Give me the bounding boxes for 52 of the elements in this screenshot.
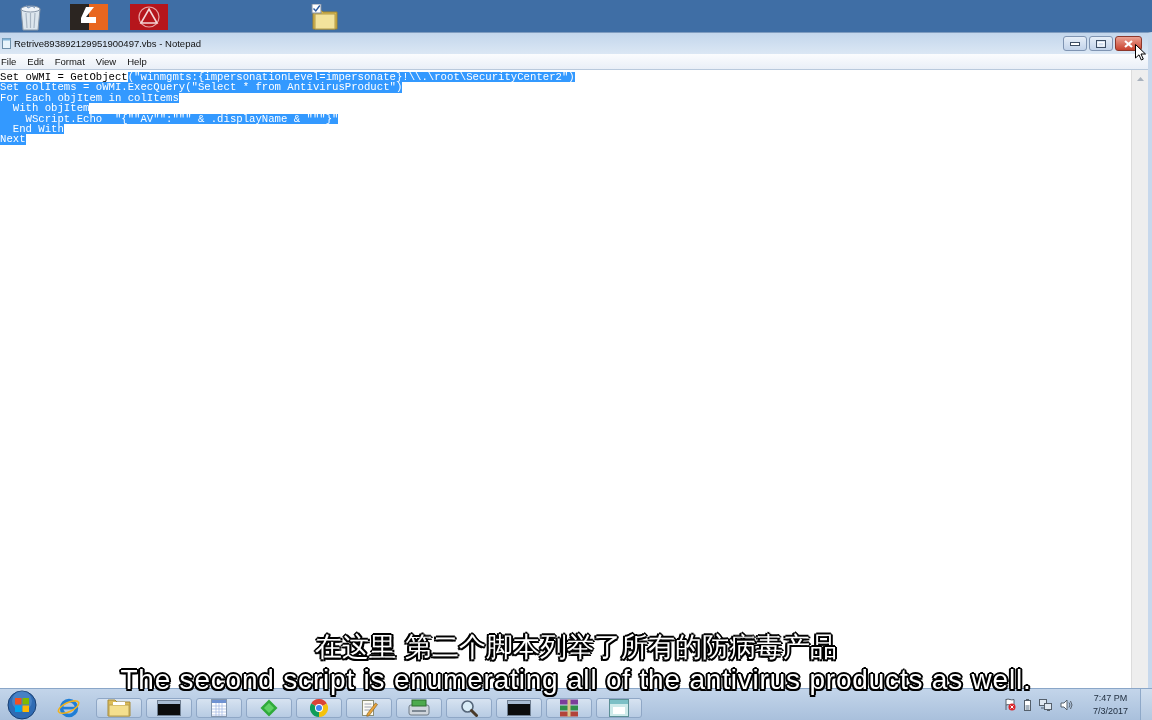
- taskbar-button[interactable]: [446, 698, 492, 718]
- clock-date[interactable]: 7/3/2017: [1092, 704, 1128, 718]
- restore-icon: [1096, 39, 1106, 48]
- selected-code-text: Set colItems = oWMI.ExecQuery("Select * from AntivirusProduct"): [0, 82, 403, 93]
- app-logo-icon: [70, 4, 108, 30]
- close-icon: [1124, 39, 1133, 48]
- folder-icon: [107, 699, 131, 717]
- browser-icon: [57, 696, 81, 720]
- taskbar-button[interactable]: [496, 698, 542, 718]
- notepad-icon: [211, 699, 227, 717]
- menu-item[interactable]: Edit: [26, 56, 45, 67]
- app-window-icon: [609, 699, 629, 717]
- vertical-scrollbar[interactable]: [1131, 70, 1148, 688]
- scroll-up-arrow-icon: [1136, 77, 1144, 81]
- menu-item[interactable]: Help: [126, 56, 148, 67]
- minimize-button[interactable]: [1063, 36, 1087, 51]
- selected-code-text: ("winmgmts:{impersonationLevel=impersonate}!\\.\root\SecurityCenter2"): [127, 72, 575, 83]
- menu-item[interactable]: View: [94, 56, 118, 67]
- folder-icon: [311, 4, 339, 30]
- selected-code-text: With objItem: [0, 103, 90, 114]
- selected-code-text: Next: [0, 134, 26, 145]
- document-pen-icon: [360, 699, 378, 717]
- mouse-pointer-icon: [1135, 44, 1146, 61]
- selected-code-text: WScript.Echo "{""AV"":""" & .displayName & """}": [0, 113, 339, 124]
- selected-code-text: For Each objItem in colItems: [0, 92, 179, 104]
- english-subtitle: The second script is enumerating all of the antivirus products as well.: [118, 663, 1033, 698]
- selected-code-text: End With: [0, 123, 64, 135]
- flag-icon[interactable]: [1003, 698, 1016, 711]
- magnifier-icon: [460, 699, 478, 717]
- battery-icon[interactable]: [1023, 698, 1031, 711]
- taskbar-button[interactable]: [146, 698, 192, 718]
- diamond-logo-icon: [260, 699, 278, 717]
- circle-logo-icon: [310, 699, 328, 717]
- triangle-logo-icon: [130, 4, 168, 30]
- recycle-bin-icon: [17, 4, 44, 31]
- menu-item[interactable]: Format: [53, 56, 86, 67]
- start-orb-icon: [7, 689, 37, 720]
- window-title: Retrive893892129951900497.vbs - Notepad: [14, 38, 201, 49]
- device-icon: [408, 699, 430, 717]
- speaker-icon[interactable]: [1059, 698, 1073, 711]
- code-text: Set oWMI = GetObject: [0, 72, 128, 83]
- maximize-button[interactable]: [1089, 36, 1113, 51]
- notepad-icon: [2, 38, 11, 49]
- terminal-icon: [507, 700, 531, 716]
- chinese-subtitle: 在这里 第二个脚本列举了所有的防病毒产品: [315, 632, 837, 662]
- menu-item[interactable]: File: [0, 56, 18, 67]
- network-icon[interactable]: [1038, 698, 1052, 711]
- minimize-icon: [1070, 41, 1080, 46]
- terminal-icon: [157, 700, 181, 716]
- clock-time[interactable]: 7:47 PM: [1093, 691, 1128, 705]
- start-button[interactable]: [5, 689, 39, 720]
- archive-icon: [559, 699, 579, 717]
